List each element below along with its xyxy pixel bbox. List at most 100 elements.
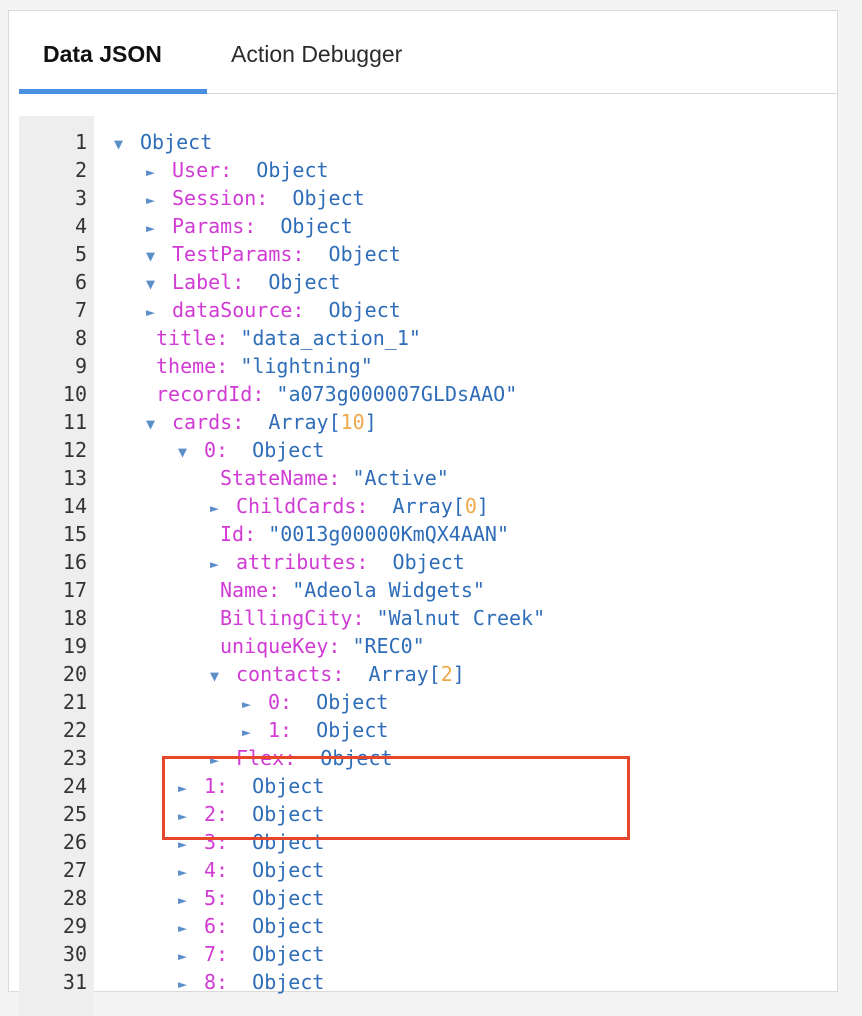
node-key: ChildCards — [236, 494, 357, 518]
tree-line[interactable]: 1 ▼ Object — [19, 128, 837, 156]
tree-line[interactable]: 5 ▼ TestParams: Object — [19, 240, 837, 268]
tree-line[interactable]: 28 ► 5: Object — [19, 884, 837, 912]
tree-node: ► 2: Object — [178, 800, 324, 830]
line-number: 27 — [62, 858, 87, 882]
line-number: 8 — [74, 326, 87, 350]
tree-node: ► User: Object — [146, 156, 329, 186]
node-value: "0013g00000KmQX4AAN" — [268, 522, 510, 546]
tree-line[interactable]: 2 ► User: Object — [19, 156, 837, 184]
node-value: Object — [280, 214, 353, 238]
tree-line[interactable]: 25 ► 2: Object — [19, 800, 837, 828]
node-value: Object — [252, 970, 325, 994]
key-separator: : — [352, 606, 377, 630]
expand-arrow-icon[interactable]: ▼ — [146, 410, 172, 438]
collapse-arrow-icon[interactable]: ► — [146, 298, 172, 326]
collapse-arrow-icon[interactable]: ► — [242, 690, 268, 718]
collapse-arrow-icon[interactable]: ► — [242, 718, 268, 746]
tree-line[interactable]: 24 ► 1: Object — [19, 772, 837, 800]
tree-line[interactable]: 23 ► Flex: Object — [19, 744, 837, 772]
tree-node: ▼ contacts: Array[2] — [210, 660, 465, 690]
tree-line[interactable]: 26 ► 3: Object — [19, 828, 837, 856]
line-number: 10 — [62, 382, 87, 406]
key-separator: : — [268, 578, 293, 602]
collapse-arrow-icon[interactable]: ► — [146, 186, 172, 214]
node-value: Object — [252, 914, 325, 938]
node-key: theme — [156, 354, 217, 378]
node-key: StateName — [220, 466, 329, 490]
node-value: "data_action_1" — [240, 326, 421, 350]
tree-line[interactable]: 14 ► ChildCards: Array[0] — [19, 492, 837, 520]
line-number: 25 — [62, 802, 87, 826]
tree-line[interactable]: 20 ▼ contacts: Array[2] — [19, 660, 837, 688]
node-value: Object — [252, 830, 325, 854]
collapse-arrow-icon[interactable]: ► — [178, 802, 204, 830]
collapse-arrow-icon[interactable]: ► — [178, 858, 204, 886]
expand-arrow-icon[interactable]: ▼ — [146, 242, 172, 270]
tree-line[interactable]: 22 ► 1: Object — [19, 716, 837, 744]
collapse-arrow-icon[interactable]: ► — [178, 830, 204, 858]
key-separator: : — [244, 214, 281, 238]
expand-arrow-icon[interactable]: ▼ — [114, 130, 140, 158]
collapse-arrow-icon[interactable]: ► — [210, 550, 236, 578]
tree-line[interactable]: 4 ► Params: Object — [19, 212, 837, 240]
expand-arrow-icon[interactable]: ▼ — [210, 662, 236, 690]
tree-node: Id: "0013g00000KmQX4AAN" — [220, 520, 509, 548]
tree-line[interactable]: 6 ▼ Label: Object — [19, 268, 837, 296]
node-value: Object — [252, 858, 325, 882]
tab-data-json[interactable]: Data JSON — [19, 39, 207, 94]
tree-line[interactable]: 16 ► attributes: Object — [19, 548, 837, 576]
node-value: "Walnut Creek" — [376, 606, 546, 630]
tree-line[interactable]: 12 ▼ 0: Object — [19, 436, 837, 464]
expand-arrow-icon[interactable]: ▼ — [178, 438, 204, 466]
tree-line: 19 uniqueKey: "REC0" — [19, 632, 837, 660]
tab-action-debugger[interactable]: Action Debugger — [231, 39, 402, 93]
collapse-arrow-icon[interactable]: ► — [178, 914, 204, 942]
tree-line[interactable]: 27 ► 4: Object — [19, 856, 837, 884]
line-number: 21 — [62, 690, 87, 714]
node-key: cards — [172, 410, 233, 434]
tree-line[interactable]: 31 ► 8: Object — [19, 968, 837, 996]
collapse-arrow-icon[interactable]: ► — [178, 970, 204, 998]
tree-line[interactable]: 3 ► Session: Object — [19, 184, 837, 212]
line-number: 26 — [62, 830, 87, 854]
line-number: 20 — [62, 662, 87, 686]
tree-node: ► dataSource: Object — [146, 296, 401, 326]
tree-line[interactable]: 30 ► 7: Object — [19, 940, 837, 968]
tree-line: 9 theme: "lightning" — [19, 352, 837, 380]
collapse-arrow-icon[interactable]: ► — [146, 214, 172, 242]
tree-line: 10 recordId: "a073g000007GLDsAAO" — [19, 380, 837, 408]
tree-line[interactable]: 7 ► dataSource: Object — [19, 296, 837, 324]
tree-node: ► 0: Object — [242, 688, 388, 718]
collapse-arrow-icon[interactable]: ► — [178, 942, 204, 970]
expand-arrow-icon[interactable]: ▼ — [146, 270, 172, 298]
collapse-arrow-icon[interactable]: ► — [178, 886, 204, 914]
node-key: attributes — [236, 550, 357, 574]
tree-line[interactable]: 21 ► 0: Object — [19, 688, 837, 716]
node-key: uniqueKey — [220, 634, 329, 658]
node-value: Object — [252, 438, 325, 462]
tree-line: 13 StateName: "Active" — [19, 464, 837, 492]
node-value: Object — [392, 550, 465, 574]
collapse-arrow-icon[interactable]: ► — [178, 774, 204, 802]
line-number: 11 — [62, 410, 87, 434]
json-viewer-panel: Data JSON Action Debugger 1 ▼ Object 2 ► User… — [8, 10, 838, 1016]
tree-line[interactable]: 29 ► 6: Object — [19, 912, 837, 940]
collapse-arrow-icon[interactable]: ► — [210, 494, 236, 522]
tree-line[interactable]: 11 ▼ cards: Array[10] — [19, 408, 837, 436]
tree-node: ► Session: Object — [146, 184, 365, 214]
line-number: 14 — [62, 494, 87, 518]
line-number: 30 — [62, 942, 87, 966]
node-key: 0 — [268, 690, 281, 714]
key-separator: : — [328, 634, 353, 658]
json-tree-editor: 1 ▼ Object 2 ► User: Object 3 ► Session: Object 4… — [19, 116, 837, 1016]
tree-node: StateName: "Active" — [220, 464, 449, 492]
line-number: 7 — [74, 298, 87, 322]
collapse-arrow-icon[interactable]: ► — [210, 746, 236, 774]
key-separator: : — [256, 186, 293, 210]
tree-node: ► Flex: Object — [210, 744, 393, 774]
collapse-arrow-icon[interactable]: ► — [146, 158, 172, 186]
key-separator: : — [232, 270, 269, 294]
node-value: Object — [320, 746, 393, 770]
tree-node: ► 1: Object — [242, 716, 388, 746]
tree-line: 18 BillingCity: "Walnut Creek" — [19, 604, 837, 632]
